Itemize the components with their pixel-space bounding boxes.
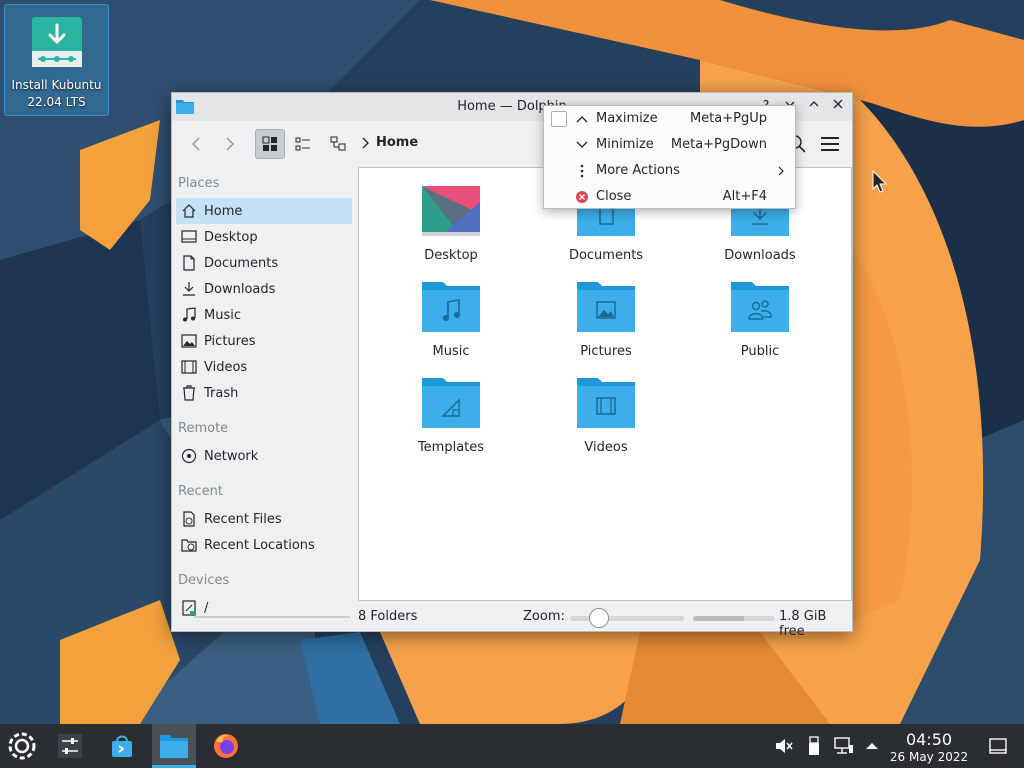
pictures-folder-icon — [577, 282, 635, 332]
forward-button[interactable] — [214, 129, 244, 159]
place-videos[interactable]: Videos — [176, 354, 352, 380]
tray-expand-arrow-icon[interactable] — [862, 736, 882, 756]
videos-folder-icon — [577, 378, 635, 428]
close-icon — [833, 99, 843, 109]
desktop-folder-icon — [422, 186, 480, 236]
place-recent-locations[interactable]: Recent Locations — [176, 532, 352, 558]
recent-locations-icon — [181, 539, 197, 552]
place-pictures[interactable]: Pictures — [176, 328, 352, 354]
place-music[interactable]: Music — [176, 302, 352, 328]
compact-view-button[interactable] — [288, 129, 318, 159]
usb-device-icon[interactable] — [804, 736, 824, 756]
zoom-label: Zoom: — [523, 609, 565, 624]
submenu-arrow-icon — [778, 166, 784, 176]
public-folder-icon — [731, 282, 789, 332]
clock-time[interactable]: 04:50 — [888, 730, 970, 749]
clock-date[interactable]: 26 May 2022 — [884, 750, 974, 764]
volume-muted-icon[interactable] — [774, 736, 794, 756]
music-icon — [183, 307, 196, 322]
window-context-menu: Maximize Meta+PgUp Minimize Meta+PgDown … — [543, 105, 796, 209]
application-launcher-button[interactable] — [0, 724, 44, 768]
file-item-templates[interactable]: Templates — [391, 376, 511, 455]
menu-item-maximize[interactable]: Maximize Meta+PgUp — [544, 106, 795, 132]
firefox-icon — [214, 734, 238, 758]
shopping-bag-icon — [112, 735, 132, 757]
taskbar: 04:50 26 May 2022 — [0, 724, 1024, 768]
file-item-music[interactable]: Music — [391, 280, 511, 359]
pictures-icon — [181, 334, 197, 348]
mouse-cursor-icon — [872, 170, 888, 193]
devices-section-title: Devices — [178, 573, 230, 588]
window-close-button[interactable] — [828, 97, 848, 117]
network-icon — [181, 448, 197, 464]
install-kubuntu-label: Install Kubuntu 22.04 LTS — [11, 78, 102, 109]
kubuntu-logo-icon — [8, 732, 36, 760]
breadcrumb-chevron-icon — [362, 137, 369, 149]
recent-section-title: Recent — [178, 484, 223, 499]
show-desktop-icon[interactable] — [988, 736, 1008, 756]
free-space-bar — [693, 616, 775, 621]
window-maximize-button[interactable] — [804, 97, 824, 117]
chevron-up-icon — [576, 116, 588, 123]
chevron-down-icon — [576, 141, 588, 148]
place-downloads[interactable]: Downloads — [176, 276, 352, 302]
zoom-slider-track[interactable] — [570, 616, 684, 621]
settings-sliders-icon — [58, 734, 82, 758]
folder-icon — [160, 735, 188, 758]
place-home[interactable]: Home — [176, 198, 352, 224]
menu-item-close[interactable]: Close Alt+F4 — [544, 184, 795, 210]
back-button[interactable] — [182, 129, 212, 159]
documents-icon — [183, 255, 195, 271]
more-actions-icon — [580, 164, 584, 178]
zoom-slider-handle[interactable] — [588, 608, 609, 628]
place-trash[interactable]: Trash — [176, 380, 352, 406]
firefox-taskbar-button[interactable] — [204, 724, 248, 768]
menu-item-minimize[interactable]: Minimize Meta+PgDown — [544, 132, 795, 158]
file-item-videos[interactable]: Videos — [546, 376, 666, 455]
music-folder-icon — [422, 282, 480, 332]
status-bar: 8 Folders Zoom: 1.8 GiB free — [172, 603, 852, 639]
folder-count: 8 Folders — [358, 609, 418, 624]
home-icon — [182, 204, 196, 218]
trash-icon — [183, 385, 195, 401]
arrow-right-icon — [226, 137, 234, 151]
discover-store-button[interactable] — [100, 724, 144, 768]
install-kubuntu-desktop-icon[interactable]: Install Kubuntu 22.04 LTS — [4, 4, 109, 116]
remote-section-title: Remote — [178, 421, 229, 436]
hamburger-menu-icon[interactable] — [818, 133, 842, 155]
icons-view-icon — [262, 136, 277, 151]
templates-folder-icon — [422, 378, 480, 428]
free-space-label: 1.8 GiB free — [779, 609, 827, 639]
network-wired-icon[interactable] — [834, 736, 854, 756]
place-desktop[interactable]: Desktop — [176, 224, 352, 250]
places-section-title: Places — [178, 176, 220, 191]
used-space-fill — [693, 616, 744, 621]
places-panel: Places Home Desktop Documents Downloads … — [172, 167, 356, 617]
arrow-left-icon — [192, 137, 200, 151]
compact-view-icon — [295, 137, 310, 151]
place-network[interactable]: Network — [176, 443, 352, 469]
breadcrumb-home[interactable]: Home — [376, 135, 418, 150]
dolphin-taskbar-button[interactable] — [152, 724, 196, 768]
chevron-up-icon — [809, 101, 819, 107]
downloads-icon — [183, 282, 195, 296]
place-recent-files[interactable]: Recent Files — [176, 506, 352, 532]
desktop-icon — [181, 230, 197, 243]
file-item-public[interactable]: Public — [700, 280, 820, 359]
recent-files-icon — [183, 511, 195, 527]
maximize-checkbox[interactable] — [551, 111, 567, 127]
details-view-icon — [330, 136, 346, 151]
place-documents[interactable]: Documents — [176, 250, 352, 276]
menu-item-more-actions[interactable]: More Actions — [544, 158, 795, 184]
file-view[interactable]: Desktop Documents Downloads Music Pictur… — [358, 167, 852, 601]
close-icon — [576, 191, 588, 203]
icons-view-button[interactable] — [255, 129, 285, 159]
file-item-pictures[interactable]: Pictures — [546, 280, 666, 359]
details-view-button[interactable] — [323, 129, 353, 159]
installer-download-icon — [31, 17, 82, 67]
videos-icon — [181, 360, 197, 374]
system-settings-button[interactable] — [48, 724, 92, 768]
file-item-desktop[interactable]: Desktop — [391, 184, 511, 263]
